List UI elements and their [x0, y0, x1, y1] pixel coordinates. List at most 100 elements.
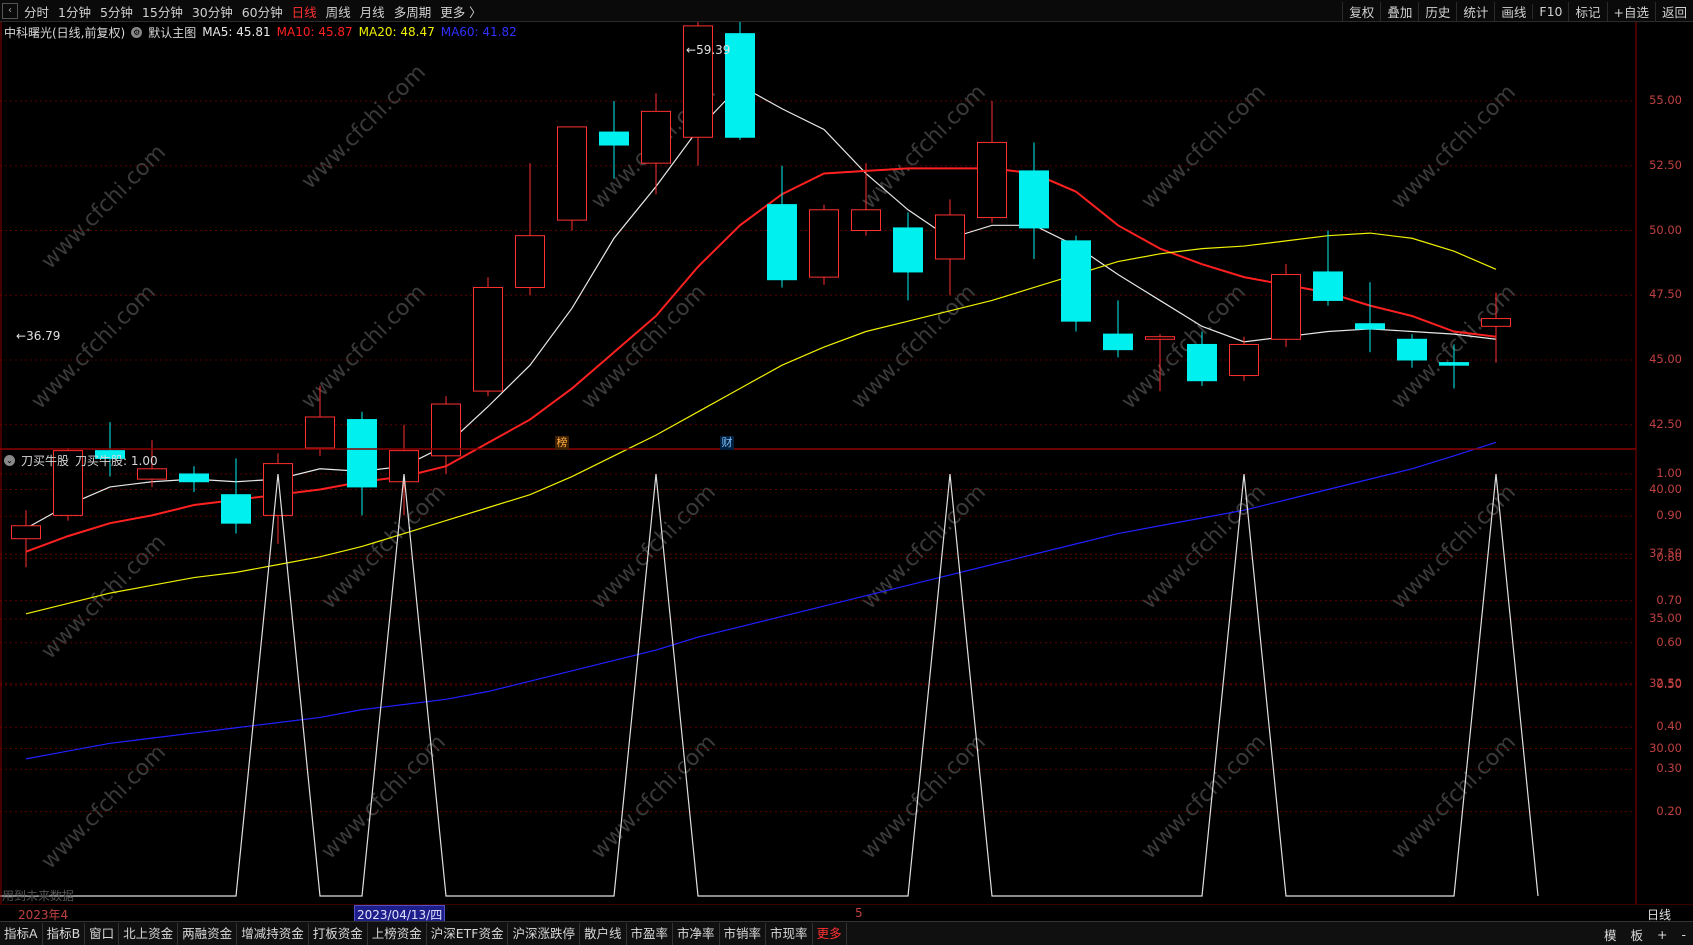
- candle-body: [221, 494, 251, 524]
- period-tabs: 分时 1分钟 5分钟 15分钟 30分钟 60分钟 日线 周线 月线 多周期 更多 〉: [24, 0, 491, 22]
- price-axis-label: 35.00: [1649, 611, 1682, 625]
- candle-body: [599, 131, 629, 146]
- bottom-right-tool[interactable]: 板: [1623, 925, 1650, 944]
- period-tab[interactable]: 60分钟: [242, 2, 283, 21]
- bottom-tab[interactable]: 市盈率: [627, 922, 674, 945]
- tool-button[interactable]: 统计: [1456, 1, 1494, 21]
- watermark-text: www.cfchi.com: [1387, 730, 1521, 864]
- price-axis-label: 30.00: [1649, 740, 1682, 755]
- bottom-tab[interactable]: 沪深涨跌停: [508, 922, 580, 945]
- future-data-note: 用到未来数据: [2, 889, 75, 903]
- high-arrow-icon: ←: [686, 43, 697, 57]
- tool-button[interactable]: 历史: [1418, 1, 1456, 21]
- period-tab[interactable]: 5分钟: [100, 2, 133, 21]
- watermark-text: www.cfchi.com: [587, 730, 721, 864]
- indicator-axis-label: 0.60: [1656, 634, 1682, 649]
- indicator-legend: ⌄ 刀买牛股 刀买牛股: 1.00: [4, 452, 164, 468]
- candle-body: [851, 209, 881, 231]
- indicator-name[interactable]: 刀买牛股: [21, 452, 69, 469]
- indicator-axis-label: 0.40: [1656, 719, 1682, 734]
- stock-name[interactable]: 中科曙光(日线,前复权): [4, 24, 125, 41]
- indicator-axis-label: 0.80: [1656, 550, 1682, 565]
- left-arrow-icon[interactable]: ‹: [2, 3, 18, 19]
- bottom-tab[interactable]: 更多: [813, 922, 847, 945]
- period-tab[interactable]: 周线: [326, 2, 351, 21]
- tool-button[interactable]: 复权: [1342, 1, 1380, 21]
- candle-body: [137, 468, 167, 480]
- price-axis-label: 40.00: [1649, 481, 1682, 496]
- period-tab[interactable]: 30分钟: [192, 2, 233, 21]
- tool-button[interactable]: 画线: [1494, 1, 1532, 21]
- bottom-right-tool[interactable]: -: [1674, 927, 1693, 942]
- indicator-axis-label: 0.20: [1656, 803, 1682, 818]
- period-tab[interactable]: 多周期: [394, 2, 432, 21]
- marker-bang[interactable]: 榜: [555, 436, 569, 450]
- candle-body: [179, 473, 209, 483]
- watermark-text: www.cfchi.com: [27, 280, 161, 414]
- watermark-text: www.cfchi.com: [857, 80, 991, 214]
- ma5-label: MA5: 45.81: [202, 25, 271, 39]
- bottom-tab[interactable]: 市现率: [766, 922, 813, 945]
- candle-body: [11, 525, 41, 540]
- ma-lines: [25, 84, 1497, 760]
- period-tab[interactable]: 月线: [360, 2, 385, 21]
- bottom-tab[interactable]: 指标A: [0, 922, 43, 945]
- bottom-tab[interactable]: 上榜资金: [368, 922, 427, 945]
- period-tab[interactable]: 1分钟: [58, 2, 91, 21]
- candle-body: [1103, 333, 1133, 351]
- bottom-right-tool[interactable]: +: [1650, 927, 1674, 942]
- bottom-tab[interactable]: 增减持资金: [237, 922, 309, 945]
- main-chart-label[interactable]: 默认主图: [148, 24, 196, 41]
- candle-body: [893, 227, 923, 273]
- ma10-label: MA10: 45.87: [276, 25, 353, 39]
- bottom-tab[interactable]: 指标B: [43, 922, 86, 945]
- price-axis-label: 52.50: [1649, 157, 1682, 172]
- candle-body: [431, 403, 461, 457]
- period-tab[interactable]: 日线: [292, 2, 317, 21]
- watermark-text: www.cfchi.com: [1387, 480, 1521, 614]
- candle-body: [1397, 338, 1427, 361]
- price-axis-label: 50.00: [1649, 222, 1682, 237]
- period-tab[interactable]: 更多 〉: [440, 2, 481, 21]
- chart-area[interactable]: www.cfchi.comwww.cfchi.com www.cfchi.com w…: [0, 22, 1693, 904]
- tool-button[interactable]: 叠加: [1380, 1, 1418, 21]
- bottom-tab[interactable]: 沪深ETF资金: [427, 922, 509, 945]
- marker-cai[interactable]: 财: [720, 436, 734, 450]
- candle-body: [1313, 271, 1343, 301]
- watermark-text: www.cfchi.com: [317, 730, 451, 864]
- high-annotation: ←59.39: [686, 43, 731, 57]
- tool-buttons: 复权 叠加 历史 统计 画线 F10 标记 +自选 返回: [1342, 0, 1693, 22]
- watermark-text: www.cfchi.com: [37, 530, 171, 664]
- bottom-tab[interactable]: 两融资金: [178, 922, 238, 945]
- bottom-tab[interactable]: 市净率: [673, 922, 720, 945]
- bottom-right-tool[interactable]: 模: [1597, 925, 1624, 944]
- bottom-tab[interactable]: 市销率: [720, 922, 767, 945]
- bottom-tab[interactable]: 窗口: [85, 922, 120, 945]
- candle-body: [305, 416, 335, 449]
- period-tab[interactable]: 15分钟: [142, 2, 183, 21]
- candle-body: [347, 419, 377, 488]
- candle-body: [515, 235, 545, 288]
- watermark-text: www.cfchi.com: [297, 280, 431, 414]
- ma60-label: MA60: 41.82: [440, 25, 517, 39]
- indicator-settings-icon[interactable]: ⌄: [4, 454, 15, 466]
- bottom-tab[interactable]: 打板资金: [309, 922, 368, 945]
- bottom-right-tools: 模板 + -: [1597, 922, 1693, 945]
- watermark-text: www.cfchi.com: [37, 140, 171, 274]
- watermark-text: www.cfchi.com: [1387, 80, 1521, 214]
- tool-button[interactable]: +自选: [1606, 1, 1655, 21]
- candle-body: [1229, 343, 1259, 377]
- tool-button[interactable]: 标记: [1568, 1, 1606, 21]
- settings-icon[interactable]: ⚙: [131, 26, 143, 38]
- tool-button[interactable]: F10: [1532, 3, 1568, 19]
- watermark-text: www.cfchi.com: [317, 480, 451, 614]
- indicator-axis-label: 0.90: [1656, 508, 1682, 523]
- indicator-axis-label: 1.00: [1656, 466, 1682, 480]
- period-tab[interactable]: 分时: [24, 2, 49, 21]
- candle-body: [641, 110, 671, 164]
- candles: [11, 22, 1511, 568]
- watermark-text: www.cfchi.com: [857, 730, 991, 864]
- bottom-tab[interactable]: 散户线: [580, 922, 627, 945]
- bottom-tab[interactable]: 北上资金: [119, 922, 179, 945]
- tool-button[interactable]: 返回: [1654, 1, 1693, 21]
